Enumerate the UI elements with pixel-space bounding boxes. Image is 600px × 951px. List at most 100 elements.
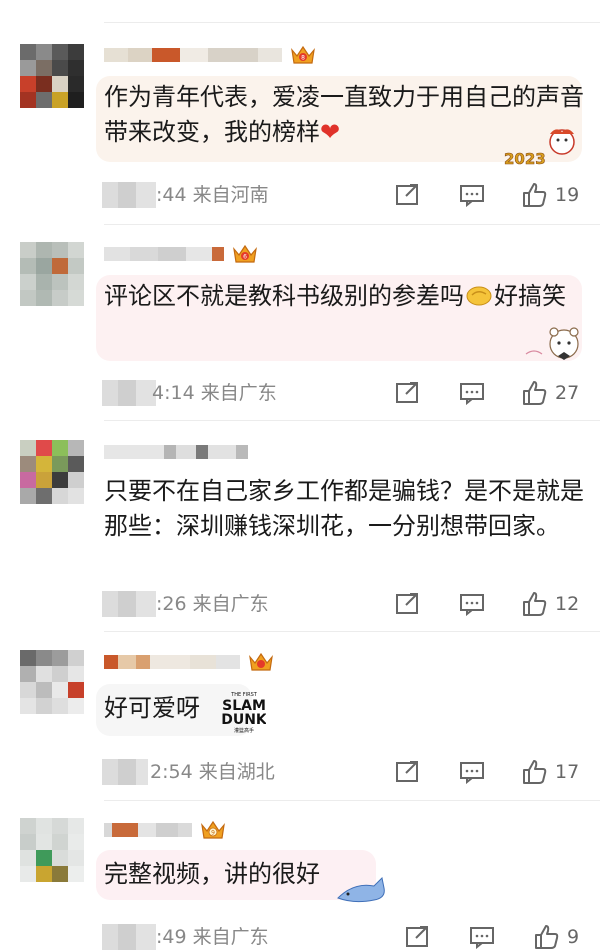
username-pixel (112, 823, 138, 837)
avatar-pixel (68, 274, 84, 290)
avatar[interactable] (20, 242, 84, 306)
comment-meta: :26 来自广东 12 (0, 589, 600, 619)
avatar-pixel (36, 666, 52, 682)
avatar[interactable] (20, 818, 84, 882)
like-count: 27 (555, 382, 580, 404)
username-pixel (128, 48, 152, 62)
avatar-pixel (52, 440, 68, 456)
comment-icon (460, 594, 484, 616)
comment-time: 4:14 (152, 382, 195, 404)
avatar-pixel (52, 60, 68, 76)
avatar-pixel (52, 76, 68, 92)
meta-text: :26 来自广东 (156, 591, 269, 617)
avatar-pixel (52, 472, 68, 488)
avatar-pixel (68, 60, 84, 76)
meta-text: :49 来自广东 (156, 924, 269, 950)
avatar-pixel (36, 698, 52, 714)
like-button[interactable]: 17 (521, 757, 579, 787)
share-button[interactable] (395, 757, 421, 787)
comment-meta: 2:54 来自湖北 17 (0, 757, 600, 787)
avatar-pixel (36, 850, 52, 866)
share-button[interactable] (395, 378, 421, 408)
vip-crown-icon: 8 (290, 44, 316, 66)
avatar-pixel (52, 834, 68, 850)
slam-dunk-logo-icon: THE FIRST SLAM DUNK 灌篮高手 (222, 688, 266, 736)
share-button[interactable] (405, 922, 431, 951)
divider (104, 224, 600, 225)
avatar-pixel (68, 698, 84, 714)
avatar-pixel (68, 456, 84, 472)
avatar-pixel (36, 60, 52, 76)
avatar-pixel (68, 290, 84, 306)
avatar-pixel (36, 650, 52, 666)
avatar-pixel (52, 818, 68, 834)
avatar-pixel (68, 44, 84, 60)
avatar-pixel (36, 290, 52, 306)
username-row[interactable]: 8 (104, 44, 316, 66)
username[interactable] (104, 445, 248, 459)
whale-sticker-icon (334, 868, 390, 908)
username-pixel (190, 655, 216, 669)
username[interactable] (104, 48, 282, 62)
comment-text-content: 好搞笑 (494, 282, 566, 310)
username-row[interactable] (104, 651, 274, 673)
like-button[interactable]: 12 (521, 589, 579, 619)
avatar[interactable] (20, 650, 84, 714)
avatar-pixel (52, 456, 68, 472)
username-row[interactable] (104, 441, 248, 463)
share-button[interactable] (395, 180, 421, 210)
comment-button[interactable] (459, 180, 485, 210)
avatar[interactable] (20, 440, 84, 504)
time-blur (102, 380, 156, 406)
time-blur (102, 924, 156, 950)
username-pixel (104, 247, 130, 261)
username[interactable] (104, 823, 192, 837)
comment-text-content: 只要不在自己家乡工作都是骗钱？是不是就是那些：深圳赚钱深圳花，一分别想带回家。 (104, 477, 584, 540)
meta-text: 4:14 来自广东 (152, 380, 277, 406)
username-pixel (258, 48, 282, 62)
avatar-pixel (68, 472, 84, 488)
logo-line: 灌篮高手 (234, 727, 254, 734)
username[interactable] (104, 655, 240, 669)
username[interactable] (104, 247, 224, 261)
username-pixel (164, 445, 176, 459)
avatar-pixel (68, 92, 84, 108)
username-pixel (136, 655, 150, 669)
thumbs-up-icon (523, 183, 547, 207)
avatar-pixel (52, 242, 68, 258)
avatar-pixel (52, 682, 68, 698)
username-pixel (212, 247, 224, 261)
username-row[interactable]: 9 (104, 819, 226, 841)
username-pixel (104, 655, 118, 669)
bear-sticker-icon (524, 324, 586, 366)
share-button[interactable] (395, 589, 421, 619)
like-button[interactable]: 9 (533, 922, 579, 951)
pinch-hand-emoji-icon (464, 282, 494, 306)
svg-text:9: 9 (211, 830, 215, 837)
avatar-pixel (36, 488, 52, 504)
avatar-pixel (68, 850, 84, 866)
avatar-pixel (68, 666, 84, 682)
time-blur (102, 759, 148, 785)
comment-button[interactable] (459, 378, 485, 408)
avatar-pixel (52, 698, 68, 714)
comment-button[interactable] (469, 922, 495, 951)
username-pixel (208, 48, 258, 62)
username-row[interactable]: 6 (104, 243, 258, 265)
avatar[interactable] (20, 44, 84, 108)
comment-button[interactable] (459, 757, 485, 787)
like-button[interactable]: 19 (521, 180, 579, 210)
avatar-pixel (52, 258, 68, 274)
avatar-pixel (20, 44, 36, 60)
divider (104, 631, 600, 632)
avatar-pixel (36, 92, 52, 108)
comment-button[interactable] (459, 589, 485, 619)
avatar-pixel (68, 818, 84, 834)
avatar-pixel (36, 44, 52, 60)
like-button[interactable]: 27 (521, 378, 579, 408)
avatar-pixel (36, 834, 52, 850)
username-pixel (196, 445, 208, 459)
username-pixel (118, 655, 136, 669)
avatar-pixel (36, 818, 52, 834)
meta-text: :44 来自河南 (156, 182, 269, 208)
